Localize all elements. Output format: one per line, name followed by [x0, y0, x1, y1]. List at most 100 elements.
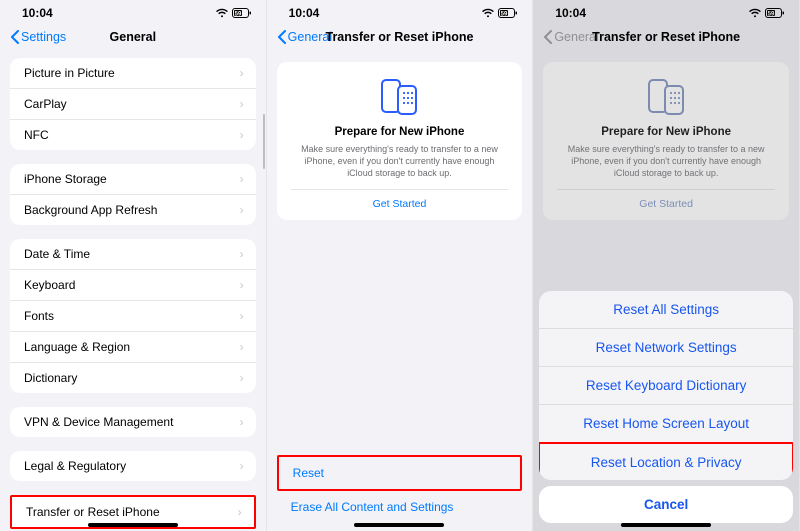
row-label: Transfer or Reset iPhone — [26, 505, 160, 519]
prepare-title: Prepare for New iPhone — [557, 126, 775, 138]
nav-back-label: General — [288, 30, 332, 44]
prepare-desc: Make sure everything's ready to transfer… — [557, 143, 775, 179]
screen-transfer-reset: 10:04 59 General Transfer or Reset iPhon… — [267, 0, 534, 531]
settings-group: Legal & Regulatory› — [10, 451, 256, 481]
screen-general-settings: 10:04 59 Settings General Picture in Pic… — [0, 0, 267, 531]
chevron-right-icon: › — [240, 203, 244, 217]
status-bar: 10:04 59 — [0, 0, 266, 24]
transfer-reset-content: Prepare for New iPhone Make sure everyth… — [267, 52, 533, 531]
chevron-left-icon — [277, 30, 286, 44]
nav-back-label: Settings — [21, 30, 66, 44]
reset-button[interactable]: Reset — [279, 457, 521, 489]
chevron-right-icon: › — [240, 371, 244, 385]
chevron-right-icon: › — [240, 309, 244, 323]
nav-bar: General Transfer or Reset iPhone — [533, 24, 799, 52]
home-indicator[interactable] — [88, 523, 178, 527]
get-started-button[interactable]: Get Started — [291, 189, 509, 210]
row-legal-regulatory[interactable]: Legal & Regulatory› — [10, 451, 256, 481]
sheet-reset-home-screen-layout[interactable]: Reset Home Screen Layout — [539, 405, 793, 443]
chevron-right-icon: › — [240, 340, 244, 354]
battery-icon: 59 — [765, 8, 785, 19]
home-indicator[interactable] — [621, 523, 711, 527]
scrollbar[interactable] — [263, 114, 265, 169]
sheet-reset-network-settings[interactable]: Reset Network Settings — [539, 329, 793, 367]
nav-back-button: General — [543, 30, 598, 44]
row-carplay[interactable]: CarPlay › — [10, 89, 256, 120]
row-label: Background App Refresh — [24, 203, 157, 217]
status-bar: 10:04 59 — [533, 0, 799, 24]
get-started-button: Get Started — [557, 189, 775, 210]
battery-icon: 59 — [498, 8, 518, 19]
svg-text:59: 59 — [234, 11, 241, 17]
row-nfc[interactable]: NFC › — [10, 120, 256, 150]
chevron-right-icon: › — [240, 172, 244, 186]
chevron-right-icon: › — [240, 66, 244, 80]
svg-text:59: 59 — [501, 11, 508, 17]
nav-back-button[interactable]: Settings — [10, 30, 66, 44]
chevron-right-icon: › — [240, 415, 244, 429]
reset-action-sheet: Reset All Settings Reset Network Setting… — [539, 291, 793, 523]
sheet-reset-all-settings[interactable]: Reset All Settings — [539, 291, 793, 329]
wifi-icon — [215, 8, 229, 18]
chevron-right-icon: › — [240, 459, 244, 473]
row-label: Language & Region — [24, 340, 130, 354]
row-background-app-refresh[interactable]: Background App Refresh › — [10, 195, 256, 225]
devices-icon — [291, 78, 509, 116]
erase-button[interactable]: Erase All Content and Settings — [277, 491, 523, 523]
chevron-right-icon: › — [240, 97, 244, 111]
prepare-card: Prepare for New iPhone Make sure everyth… — [277, 62, 523, 220]
settings-list[interactable]: Picture in Picture › CarPlay › NFC › iPhone… — [0, 52, 266, 531]
nav-bar: Settings General — [0, 24, 266, 52]
row-keyboard[interactable]: Keyboard › — [10, 270, 256, 301]
devices-icon — [557, 78, 775, 116]
row-label: CarPlay — [24, 97, 67, 111]
prepare-desc: Make sure everything's ready to transfer… — [291, 143, 509, 179]
row-label: Fonts — [24, 309, 54, 323]
prepare-card: Prepare for New iPhone Make sure everyth… — [543, 62, 789, 220]
screen-reset-sheet: 10:04 59 General Transfer or Reset iPhon… — [533, 0, 800, 531]
row-language-region[interactable]: Language & Region › — [10, 332, 256, 363]
sheet-options: Reset All Settings Reset Network Setting… — [539, 291, 793, 480]
chevron-right-icon: › — [240, 278, 244, 292]
chevron-right-icon: › — [240, 128, 244, 142]
chevron-left-icon — [10, 30, 19, 44]
row-label: Date & Time — [24, 247, 90, 261]
sheet-cancel-button[interactable]: Cancel — [539, 486, 793, 523]
nav-back-button[interactable]: General — [277, 30, 332, 44]
status-time: 10:04 — [289, 6, 320, 20]
status-bar: 10:04 59 — [267, 0, 533, 24]
row-label: VPN & Device Management — [24, 415, 173, 429]
row-label: Keyboard — [24, 278, 75, 292]
row-dictionary[interactable]: Dictionary› — [10, 363, 256, 393]
wifi-icon — [748, 8, 762, 18]
chevron-right-icon: › — [240, 247, 244, 261]
row-date-time[interactable]: Date & Time › — [10, 239, 256, 270]
row-label: NFC — [24, 128, 49, 142]
settings-group: VPN & Device Management › — [10, 407, 256, 437]
prepare-title: Prepare for New iPhone — [291, 126, 509, 138]
chevron-left-icon — [543, 30, 552, 44]
row-label: Picture in Picture — [24, 66, 115, 80]
status-time: 10:04 — [555, 6, 586, 20]
bottom-actions: Reset Erase All Content and Settings — [267, 455, 533, 531]
row-label: iPhone Storage — [24, 172, 107, 186]
home-indicator[interactable] — [354, 523, 444, 527]
settings-group: Date & Time › Keyboard › Fonts › Language &… — [10, 239, 256, 393]
sheet-reset-keyboard-dictionary[interactable]: Reset Keyboard Dictionary — [539, 367, 793, 405]
row-picture-in-picture[interactable]: Picture in Picture › — [10, 58, 256, 89]
wifi-icon — [481, 8, 495, 18]
nav-bar: General Transfer or Reset iPhone — [267, 24, 533, 52]
status-indicators: 59 — [481, 8, 518, 19]
svg-text:59: 59 — [768, 11, 775, 17]
row-vpn-device-management[interactable]: VPN & Device Management › — [10, 407, 256, 437]
sheet-reset-location-privacy[interactable]: Reset Location & Privacy — [539, 442, 793, 480]
battery-icon: 59 — [232, 8, 252, 19]
row-iphone-storage[interactable]: iPhone Storage › — [10, 164, 256, 195]
status-indicators: 59 — [215, 8, 252, 19]
row-fonts[interactable]: Fonts › — [10, 301, 256, 332]
reset-row-highlighted: Reset — [277, 455, 523, 491]
nav-back-label: General — [554, 30, 598, 44]
status-indicators: 59 — [748, 8, 785, 19]
settings-group: Picture in Picture › CarPlay › NFC › — [10, 58, 256, 150]
settings-group: iPhone Storage › Background App Refresh › — [10, 164, 256, 225]
